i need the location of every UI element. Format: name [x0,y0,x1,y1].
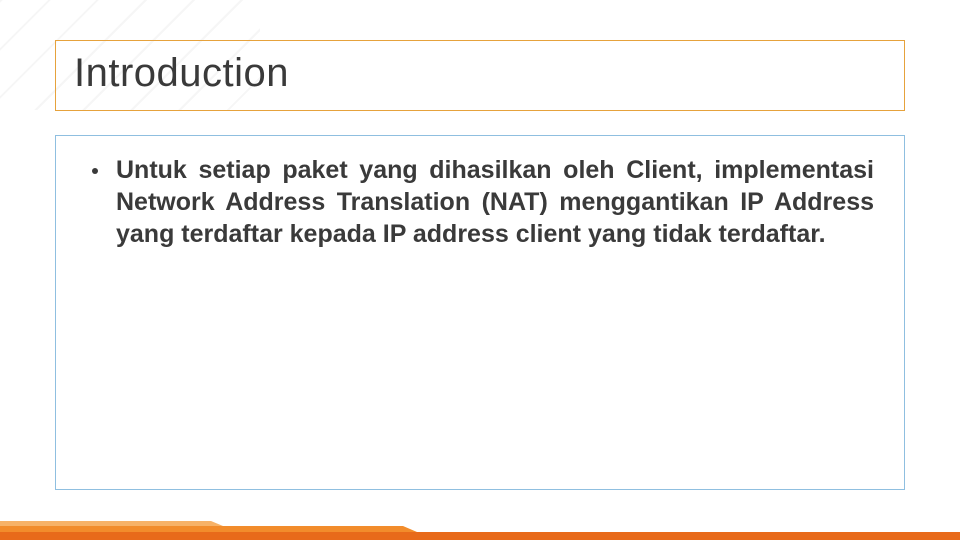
accent-stripe-dark [0,532,960,540]
slide: Introduction Untuk setiap paket yang dih… [0,0,960,540]
title-box: Introduction [55,40,905,111]
bullet-text: Untuk setiap paket yang dihasilkan oleh … [116,154,874,250]
content-box: Untuk setiap paket yang dihasilkan oleh … [55,135,905,490]
slide-title: Introduction [74,51,886,96]
bottom-accent-bar [0,518,960,540]
bullet-dot-icon [92,168,98,174]
bullet-item: Untuk setiap paket yang dihasilkan oleh … [86,154,874,250]
